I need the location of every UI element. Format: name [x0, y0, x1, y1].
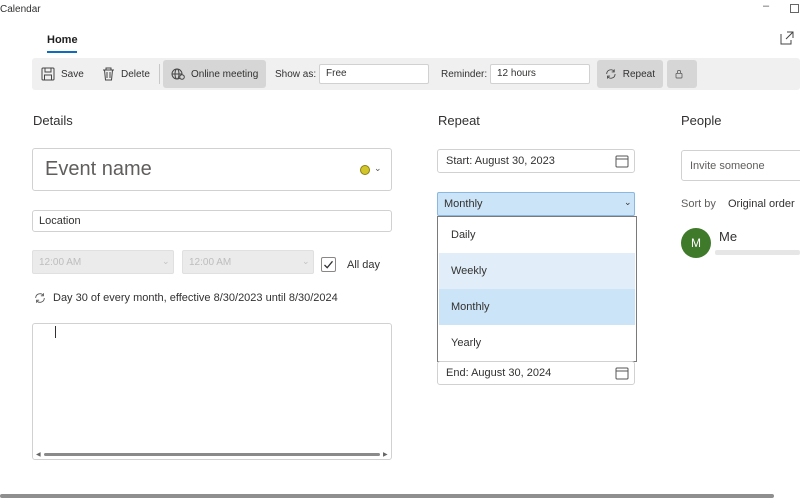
delete-label: Delete — [121, 68, 150, 80]
online-meeting-label: Online meeting — [191, 68, 259, 80]
option-daily[interactable]: Daily — [439, 217, 635, 253]
repeat-icon — [606, 69, 616, 79]
end-date-field[interactable]: End: August 30, 2024 — [437, 361, 635, 385]
scroll-left-icon[interactable]: ◀ — [36, 451, 41, 458]
show-as-label: Show as: — [275, 69, 317, 80]
recurrence-summary[interactable]: Day 30 of every month, effective 8/30/20… — [53, 292, 338, 304]
delete-button[interactable]: Delete — [102, 60, 150, 88]
scroll-right-icon[interactable]: ▶ — [383, 451, 388, 458]
location-field[interactable]: Location — [32, 210, 392, 232]
option-monthly[interactable]: Monthly — [439, 289, 635, 325]
tab-home[interactable]: Home — [47, 34, 78, 46]
reminder-label: Reminder: — [441, 69, 488, 80]
event-name-placeholder: Event name — [45, 158, 152, 180]
toolbar-divider — [159, 64, 160, 84]
details-heading: Details — [33, 113, 73, 128]
repeat-label: Repeat — [622, 68, 655, 80]
calendar-icon[interactable] — [615, 366, 629, 380]
all-day-label: All day — [347, 259, 381, 271]
maximize-button[interactable] — [790, 4, 799, 13]
frequency-dropdown: Daily Weekly Monthly Yearly — [437, 216, 637, 362]
option-weekly[interactable]: Weekly — [439, 253, 635, 289]
online-meeting-button[interactable]: Online meeting — [163, 60, 267, 88]
repeat-button[interactable]: Repeat — [597, 60, 663, 88]
repeat-icon — [35, 293, 45, 303]
people-heading: People — [681, 113, 722, 128]
save-icon — [41, 67, 55, 81]
text-caret — [55, 326, 56, 338]
window-title: Calendar — [0, 4, 41, 15]
chevron-down-icon[interactable]: ⌄ — [374, 163, 382, 174]
all-day-checkbox[interactable] — [321, 257, 336, 272]
end-time-select[interactable]: 12:00 AM — [182, 250, 314, 274]
option-yearly[interactable]: Yearly — [439, 325, 635, 361]
attendee-email-redacted — [715, 250, 800, 255]
event-notes-editor[interactable] — [32, 323, 392, 460]
page-horizontal-scrollbar[interactable] — [0, 494, 774, 498]
repeat-heading: Repeat — [438, 113, 480, 128]
chevron-down-icon: ⌄ — [302, 256, 310, 266]
chevron-down-icon: ⌄ — [162, 256, 170, 266]
save-button[interactable]: Save — [41, 60, 84, 88]
category-color-dot[interactable] — [360, 165, 370, 175]
reminder-select[interactable]: 12 hours — [490, 64, 590, 84]
private-button[interactable] — [667, 60, 697, 88]
show-as-select[interactable]: Free — [319, 64, 429, 84]
globe-meeting-icon — [171, 68, 185, 80]
checkmark-icon — [324, 260, 334, 269]
start-date-field[interactable]: Start: August 30, 2023 — [437, 149, 635, 173]
tab-active-indicator — [47, 51, 77, 53]
invite-input[interactable]: Invite someone — [681, 150, 800, 181]
popout-icon[interactable] — [780, 31, 794, 45]
sort-by-label: Sort by — [681, 198, 716, 210]
trash-icon — [103, 67, 114, 81]
frequency-select[interactable]: Monthly — [437, 192, 635, 216]
lock-icon — [675, 70, 683, 79]
calendar-icon[interactable] — [615, 154, 629, 168]
avatar: M — [681, 228, 711, 258]
save-label: Save — [61, 68, 84, 80]
minimize-button[interactable]: – — [760, 0, 772, 16]
sort-order-select[interactable]: Original order — [728, 198, 795, 210]
notes-horizontal-scrollbar[interactable] — [44, 453, 380, 456]
chevron-down-icon[interactable]: ⌄ — [624, 197, 632, 208]
start-time-select[interactable]: 12:00 AM — [32, 250, 174, 274]
attendee-name: Me — [719, 229, 738, 244]
